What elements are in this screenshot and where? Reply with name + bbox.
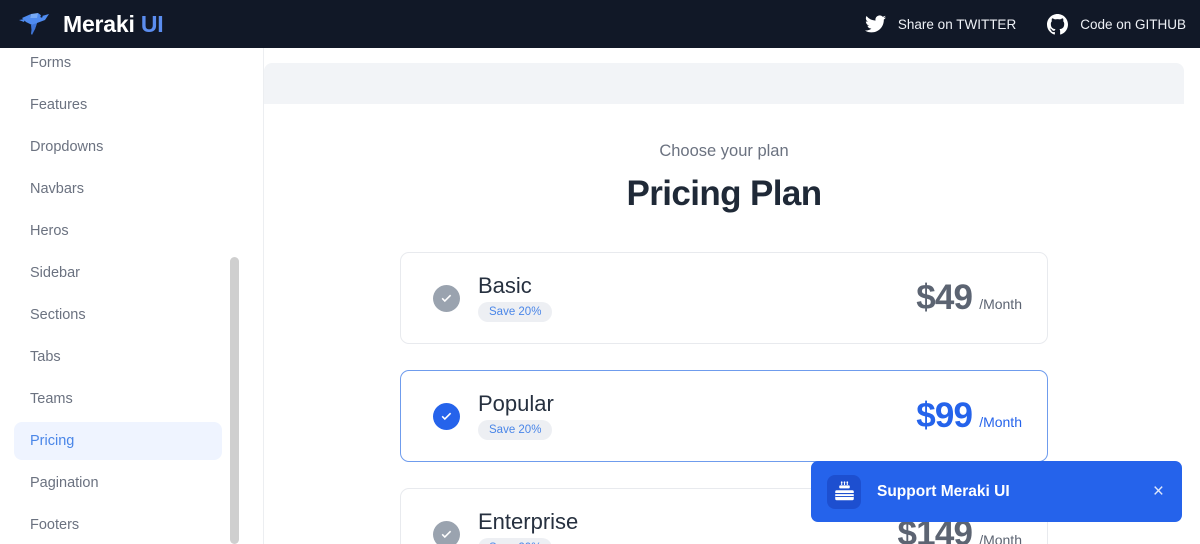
sidebar-item-label: Sidebar xyxy=(30,265,80,281)
sidebar-item-pricing[interactable]: Pricing xyxy=(14,422,222,460)
support-toast: Support Meraki UI × xyxy=(811,461,1182,522)
status-badge: Save 20% xyxy=(478,538,553,544)
check-circle-icon xyxy=(433,520,460,544)
check-circle-icon xyxy=(433,284,460,312)
sidebar-nav-list: Forms Features Dropdowns Navbars Heros S… xyxy=(0,44,236,544)
github-link-label: Code on GITHUB xyxy=(1080,16,1186,32)
plan-period: /Month xyxy=(979,296,1022,312)
sidebar-item-label: Features xyxy=(30,97,88,113)
sidebar-item-teams[interactable]: Teams xyxy=(14,380,222,418)
sidebar-item-label: Sections xyxy=(30,307,86,323)
github-icon xyxy=(1047,13,1069,34)
plan-card-basic[interactable]: Basic Save 20% $49 /Month xyxy=(400,252,1048,344)
plan-info: Popular Save 20% xyxy=(478,390,916,441)
brand-title: Meraki UI xyxy=(63,11,164,38)
brand-accent: UI xyxy=(140,10,164,37)
sidebar-item-tabs[interactable]: Tabs xyxy=(14,338,222,376)
plan-amount: $99 xyxy=(916,396,973,435)
sidebar-item-sidebar[interactable]: Sidebar xyxy=(14,254,222,292)
cake-icon xyxy=(827,474,861,509)
sidebar-item-label: Navbars xyxy=(30,181,84,197)
sidebar-item-label: Heros xyxy=(30,223,69,239)
bird-logo-icon xyxy=(19,13,49,35)
plan-card-popular[interactable]: Popular Save 20% $99 /Month xyxy=(400,370,1048,462)
brand[interactable]: Meraki UI xyxy=(18,9,164,39)
brand-name: Meraki xyxy=(63,10,135,37)
sidebar-item-pagination[interactable]: Pagination xyxy=(14,464,222,502)
plan-period: /Month xyxy=(979,532,1022,544)
sidebar: Forms Features Dropdowns Navbars Heros S… xyxy=(0,0,264,544)
plan-period: /Month xyxy=(979,414,1022,430)
sidebar-item-dropdowns[interactable]: Dropdowns xyxy=(14,128,222,166)
check-circle-icon xyxy=(433,402,460,430)
sidebar-item-heros[interactable]: Heros xyxy=(14,212,222,250)
sidebar-item-sections[interactable]: Sections xyxy=(14,296,222,334)
preview-panel-header xyxy=(264,63,1184,104)
plan-price: $99 /Month xyxy=(916,396,1022,436)
sidebar-item-features[interactable]: Features xyxy=(14,86,222,124)
sidebar-scrollbar-thumb[interactable] xyxy=(230,257,239,544)
navbar-links: Share on TWITTER Code on GITHUB xyxy=(864,13,1186,35)
sidebar-item-label: Pricing xyxy=(30,433,75,449)
twitter-icon xyxy=(864,15,886,33)
status-badge: Save 20% xyxy=(478,420,553,441)
twitter-link-label: Share on TWITTER xyxy=(897,16,1017,32)
code-on-github-link[interactable]: Code on GITHUB xyxy=(1047,13,1186,35)
sidebar-item-footers[interactable]: Footers xyxy=(14,506,222,544)
sidebar-item-label: Footers xyxy=(30,517,80,533)
sidebar-item-label: Pagination xyxy=(30,475,99,491)
page-title: Pricing Plan xyxy=(626,174,822,213)
sidebar-item-navbars[interactable]: Navbars xyxy=(14,170,222,208)
sidebar-item-forms[interactable]: Forms xyxy=(14,44,222,82)
close-icon[interactable]: × xyxy=(1151,482,1166,501)
sidebar-item-label: Forms xyxy=(30,55,72,71)
plan-price: $49 /Month xyxy=(916,278,1022,318)
section-eyebrow: Choose your plan xyxy=(659,142,789,160)
share-on-twitter-link[interactable]: Share on TWITTER xyxy=(864,15,1017,33)
plan-name: Basic xyxy=(478,272,532,298)
sidebar-item-label: Tabs xyxy=(30,349,61,365)
plan-name: Popular xyxy=(478,390,554,416)
toast-label: Support Meraki UI xyxy=(877,482,1010,500)
plan-amount: $49 xyxy=(916,278,973,317)
plan-info: Basic Save 20% xyxy=(478,272,916,323)
top-navbar: Meraki UI Share on TWITTER Code on GITHU… xyxy=(0,0,1200,48)
sidebar-item-label: Teams xyxy=(30,391,73,407)
status-badge: Save 20% xyxy=(478,302,553,323)
sidebar-item-label: Dropdowns xyxy=(30,139,104,155)
